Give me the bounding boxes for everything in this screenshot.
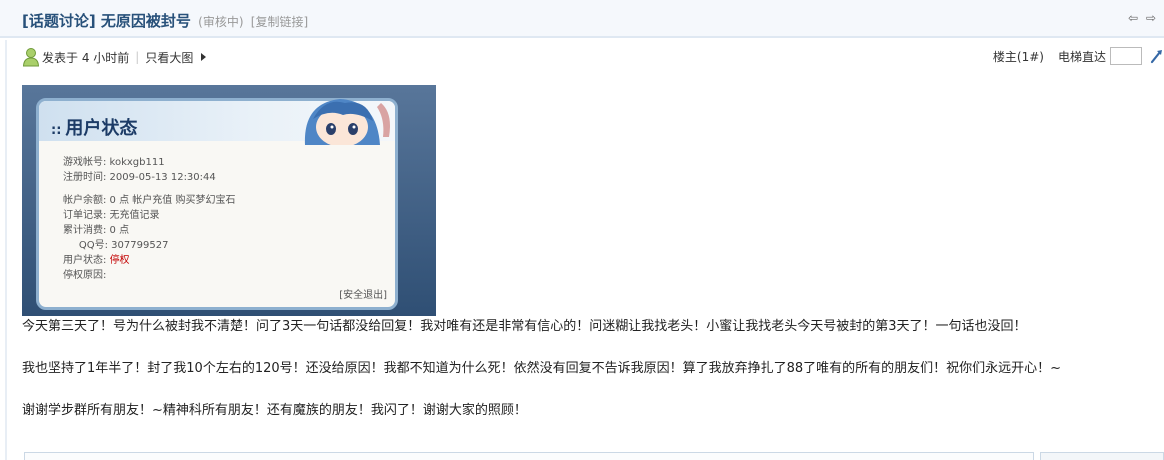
view-large-images-link[interactable]: 只看大图 (145, 49, 193, 66)
copy-link[interactable]: [复制链接] (251, 15, 308, 29)
user-avatar-icon (22, 48, 40, 67)
quick-reply-box[interactable] (24, 452, 1034, 460)
reply-side-panel (1040, 452, 1164, 460)
balance-row: 帐户余额: 0 点 帐户充值 购买梦幻宝石 (63, 195, 236, 206)
post-meta: 发表于 4 小时前 | 只看大图 (22, 46, 207, 68)
panel-title: :: 用户状态 (51, 118, 138, 139)
thread-title: [话题讨论] 无原因被封号 (22, 12, 191, 30)
post-paragraph-2: 我也坚持了1年半了！封了我10个左右的120号！还没给原因！我都不知道为什么死！… (22, 361, 1062, 376)
post-left-rule (5, 40, 7, 460)
elevator-label: 电梯直达 (1057, 49, 1106, 64)
prev-thread-icon[interactable]: ⇦ (1126, 11, 1140, 25)
floor-label: 楼主(1#) (992, 49, 1044, 64)
ban-status: 停权 (109, 255, 130, 266)
floor-controls: 楼主(1#) 电梯直达 (993, 47, 1164, 65)
post-paragraph-1: 今天第三天了！号为什么被封我不清楚！问了3天一句话都没给回复！我对唯有还是非常有… (22, 319, 1027, 334)
anime-character-image (304, 99, 390, 145)
user-status-panel: :: 用户状态 游戏帐号: kokxgb111 注册时间: 2009-05-13 … (36, 98, 398, 310)
logout-link: [安全退出] (339, 290, 387, 301)
qq-row: QQ号: 307799527 (63, 240, 169, 251)
thread-title-bar: [话题讨论] 无原因被封号 (审核中) [复制链接] ⇦ ⇨ (0, 0, 1164, 38)
post-time: 发表于 4 小时前 (42, 50, 130, 65)
jump-icon[interactable] (1150, 48, 1164, 64)
account-row: 游戏帐号: kokxgb111 (63, 157, 165, 168)
panel-header: :: 用户状态 (39, 99, 395, 145)
elevator-input[interactable] (1110, 47, 1142, 65)
thread-title-line: [话题讨论] 无原因被封号 (审核中) [复制链接] (22, 10, 308, 31)
review-status: (审核中) (198, 15, 244, 29)
attached-screenshot: :: 用户状态 游戏帐号: kokxgb111 注册时间: 2009-05-13 … (22, 85, 436, 316)
panel-body: 游戏帐号: kokxgb111 注册时间: 2009-05-13 12:30:4… (63, 155, 235, 283)
meta-separator: | (135, 50, 140, 64)
post-paragraph-3: 谢谢学步群所有朋友！~精神科所有朋友！还有魔族的朋友！我闪了！谢谢大家的照顾！ (22, 403, 527, 418)
user-status-row: 用户状态: 停权 (63, 255, 130, 266)
orders-row: 订单记录: 无充值记录 (63, 210, 160, 221)
triangle-right-icon (201, 53, 207, 61)
next-thread-icon[interactable]: ⇨ (1144, 11, 1158, 25)
spending-row: 累计消费: 0 点 (63, 225, 130, 236)
register-time-row: 注册时间: 2009-05-13 12:30:44 (63, 172, 216, 183)
ban-reason-row: 停权原因: (63, 270, 107, 281)
thread-nav: ⇦ ⇨ (1126, 11, 1158, 25)
